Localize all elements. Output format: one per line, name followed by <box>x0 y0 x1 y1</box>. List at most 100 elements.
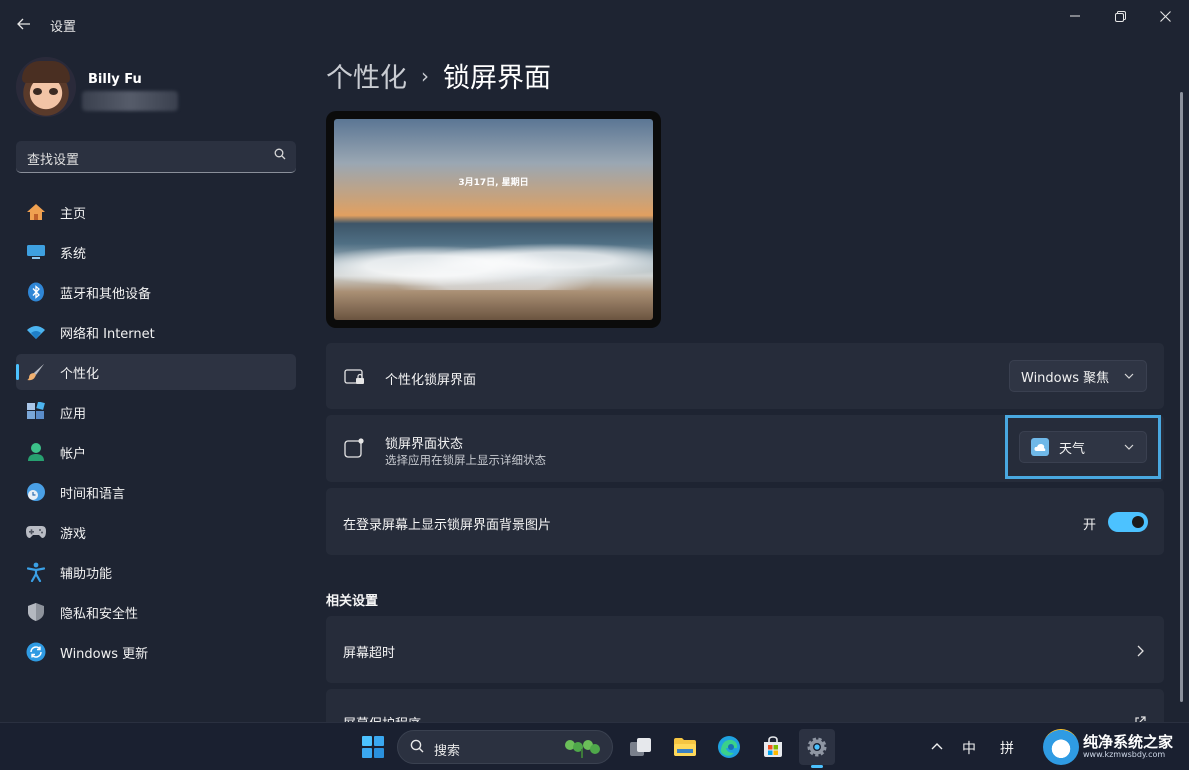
ime-pinyin-indicator[interactable]: 拼 <box>1000 738 1014 758</box>
monitor-icon <box>25 241 47 263</box>
brush-icon <box>25 361 47 383</box>
related-item-screen-timeout[interactable]: 屏幕超时 <box>326 616 1164 683</box>
person-icon <box>25 441 47 463</box>
close-icon <box>1159 10 1171 22</box>
gear-icon <box>807 737 827 757</box>
app-title: 设置 <box>50 20 77 35</box>
sidebar-item-label: 系统 <box>60 246 87 262</box>
lock-screen-preview: 3月17日, 星期日 <box>326 111 661 328</box>
settings-window: 设置 Billy Fu 查找设置 主页 系统 蓝牙和其他设备 网络和 Inter… <box>0 0 1189 722</box>
sidebar-item-time-language[interactable]: 时间和语言 <box>16 474 296 510</box>
search-icon <box>410 739 424 757</box>
minimize-button[interactable] <box>1052 0 1098 32</box>
accessibility-icon <box>25 561 47 583</box>
apps-icon <box>25 401 47 423</box>
wifi-icon <box>25 321 47 343</box>
sidebar-item-label: 帐户 <box>60 446 87 462</box>
active-indicator <box>811 765 823 768</box>
search-placeholder: 查找设置 <box>27 153 80 168</box>
breadcrumb: 个性化 › 锁屏界面 <box>326 56 551 95</box>
sidebar-item-label: 网络和 Internet <box>60 326 155 342</box>
tray-overflow-chevron-icon[interactable] <box>931 738 943 754</box>
related-item-label: 屏幕保护程序 <box>343 713 421 722</box>
main-scrollbar[interactable] <box>1180 92 1183 702</box>
profile-name: Billy Fu <box>88 72 142 87</box>
dropdown-value: Windows 聚焦 <box>1021 370 1110 386</box>
sidebar-item-bluetooth[interactable]: 蓝牙和其他设备 <box>16 274 296 310</box>
sidebar-item-label: 主页 <box>60 206 87 222</box>
sidebar-item-accessibility[interactable]: 辅助功能 <box>16 554 296 590</box>
sidebar-item-label: 隐私和安全性 <box>60 606 139 622</box>
sidebar-item-label: 蓝牙和其他设备 <box>60 286 152 302</box>
bluetooth-icon <box>25 281 47 303</box>
personalize-lock-screen-card: 个性化锁屏界面 Windows 聚焦 <box>326 343 1164 409</box>
lock-screen-status-title: 锁屏界面状态 <box>385 437 464 452</box>
taskbar-search[interactable]: 搜索 <box>397 730 613 764</box>
back-button[interactable] <box>12 12 36 36</box>
watermark-url: www.kzmwsbdy.com <box>1083 749 1166 759</box>
settings-taskbar-button[interactable] <box>799 729 835 768</box>
title-bar: 设置 <box>0 0 1189 48</box>
sidebar-nav: 主页 系统 蓝牙和其他设备 网络和 Internet 个性化 应用 帐户 时间和… <box>16 194 296 674</box>
folder-icon <box>674 738 696 756</box>
restore-icon <box>1114 10 1126 22</box>
sidebar-item-label: 个性化 <box>60 366 100 382</box>
sidebar-item-home[interactable]: 主页 <box>16 194 296 230</box>
profile-email-blurred <box>82 91 178 111</box>
search-input[interactable]: 查找设置 <box>16 141 296 173</box>
search-icon <box>274 148 286 164</box>
sidebar-item-accounts[interactable]: 帐户 <box>16 434 296 470</box>
file-explorer-button[interactable] <box>667 729 703 765</box>
external-link-icon <box>1134 713 1146 722</box>
sidebar-item-label: 应用 <box>60 406 87 422</box>
sidebar-item-label: 游戏 <box>60 526 87 542</box>
personalize-lock-screen-title: 个性化锁屏界面 <box>385 373 477 388</box>
avatar[interactable] <box>16 57 76 117</box>
sidebar-item-apps[interactable]: 应用 <box>16 394 296 430</box>
edge-browser-button[interactable] <box>711 729 747 765</box>
shield-icon <box>25 601 47 623</box>
breadcrumb-parent[interactable]: 个性化 <box>326 56 407 95</box>
sidebar-item-gaming[interactable]: 游戏 <box>16 514 296 550</box>
sidebar-item-system[interactable]: 系统 <box>16 234 296 270</box>
sidebar-item-label: Windows 更新 <box>60 646 149 662</box>
start-button[interactable] <box>355 729 391 765</box>
microsoft-store-button[interactable] <box>755 729 791 765</box>
watermark-title: 纯净系统之家 <box>1083 733 1174 752</box>
minimize-icon <box>1070 15 1080 17</box>
sidebar-item-label: 辅助功能 <box>60 566 113 582</box>
gamepad-icon <box>25 521 47 543</box>
arrow-left-icon <box>17 18 30 30</box>
related-settings-heading: 相关设置 <box>326 594 379 609</box>
home-icon <box>25 201 47 223</box>
related-item-screen-saver[interactable]: 屏幕保护程序 <box>326 689 1164 722</box>
sidebar-item-label: 时间和语言 <box>60 486 126 502</box>
preview-date: 3月17日, 星期日 <box>458 178 529 188</box>
sidebar-item-privacy[interactable]: 隐私和安全性 <box>16 594 296 630</box>
chevron-down-icon <box>1124 371 1134 382</box>
task-view-button[interactable] <box>623 729 659 765</box>
highlight-frame <box>1005 415 1161 479</box>
lock-screen-preview-image: 3月17日, 星期日 <box>334 119 653 320</box>
watermark: 纯净系统之家 www.kzmwsbdy.com <box>1043 727 1189 767</box>
sidebar-item-network[interactable]: 网络和 Internet <box>16 314 296 350</box>
restore-button[interactable] <box>1097 0 1143 32</box>
close-button[interactable] <box>1142 0 1188 32</box>
chevron-right-icon <box>1137 642 1144 661</box>
store-icon <box>764 736 782 757</box>
signin-background-title: 在登录屏幕上显示锁屏界面背景图片 <box>343 518 552 533</box>
lock-screen-status-subtitle: 选择应用在锁屏上显示详细状态 <box>385 453 546 467</box>
breadcrumb-separator: › <box>421 63 429 88</box>
ime-mode-indicator[interactable]: 中 <box>962 738 976 758</box>
sidebar-item-personalization[interactable]: 个性化 <box>16 354 296 390</box>
page-title: 锁屏界面 <box>443 63 551 94</box>
taskbar: 搜索 中 拼 <box>0 722 1189 770</box>
toggle-state-label: 开 <box>1082 518 1096 533</box>
personalize-lock-screen-dropdown[interactable]: Windows 聚焦 <box>1009 360 1147 392</box>
signin-background-toggle[interactable] <box>1108 512 1148 532</box>
update-icon <box>25 641 47 663</box>
status-icon <box>344 438 364 458</box>
lock-screen-image-icon <box>344 367 364 387</box>
sidebar-item-windows-update[interactable]: Windows 更新 <box>16 634 296 670</box>
windows-logo-icon <box>362 736 384 758</box>
